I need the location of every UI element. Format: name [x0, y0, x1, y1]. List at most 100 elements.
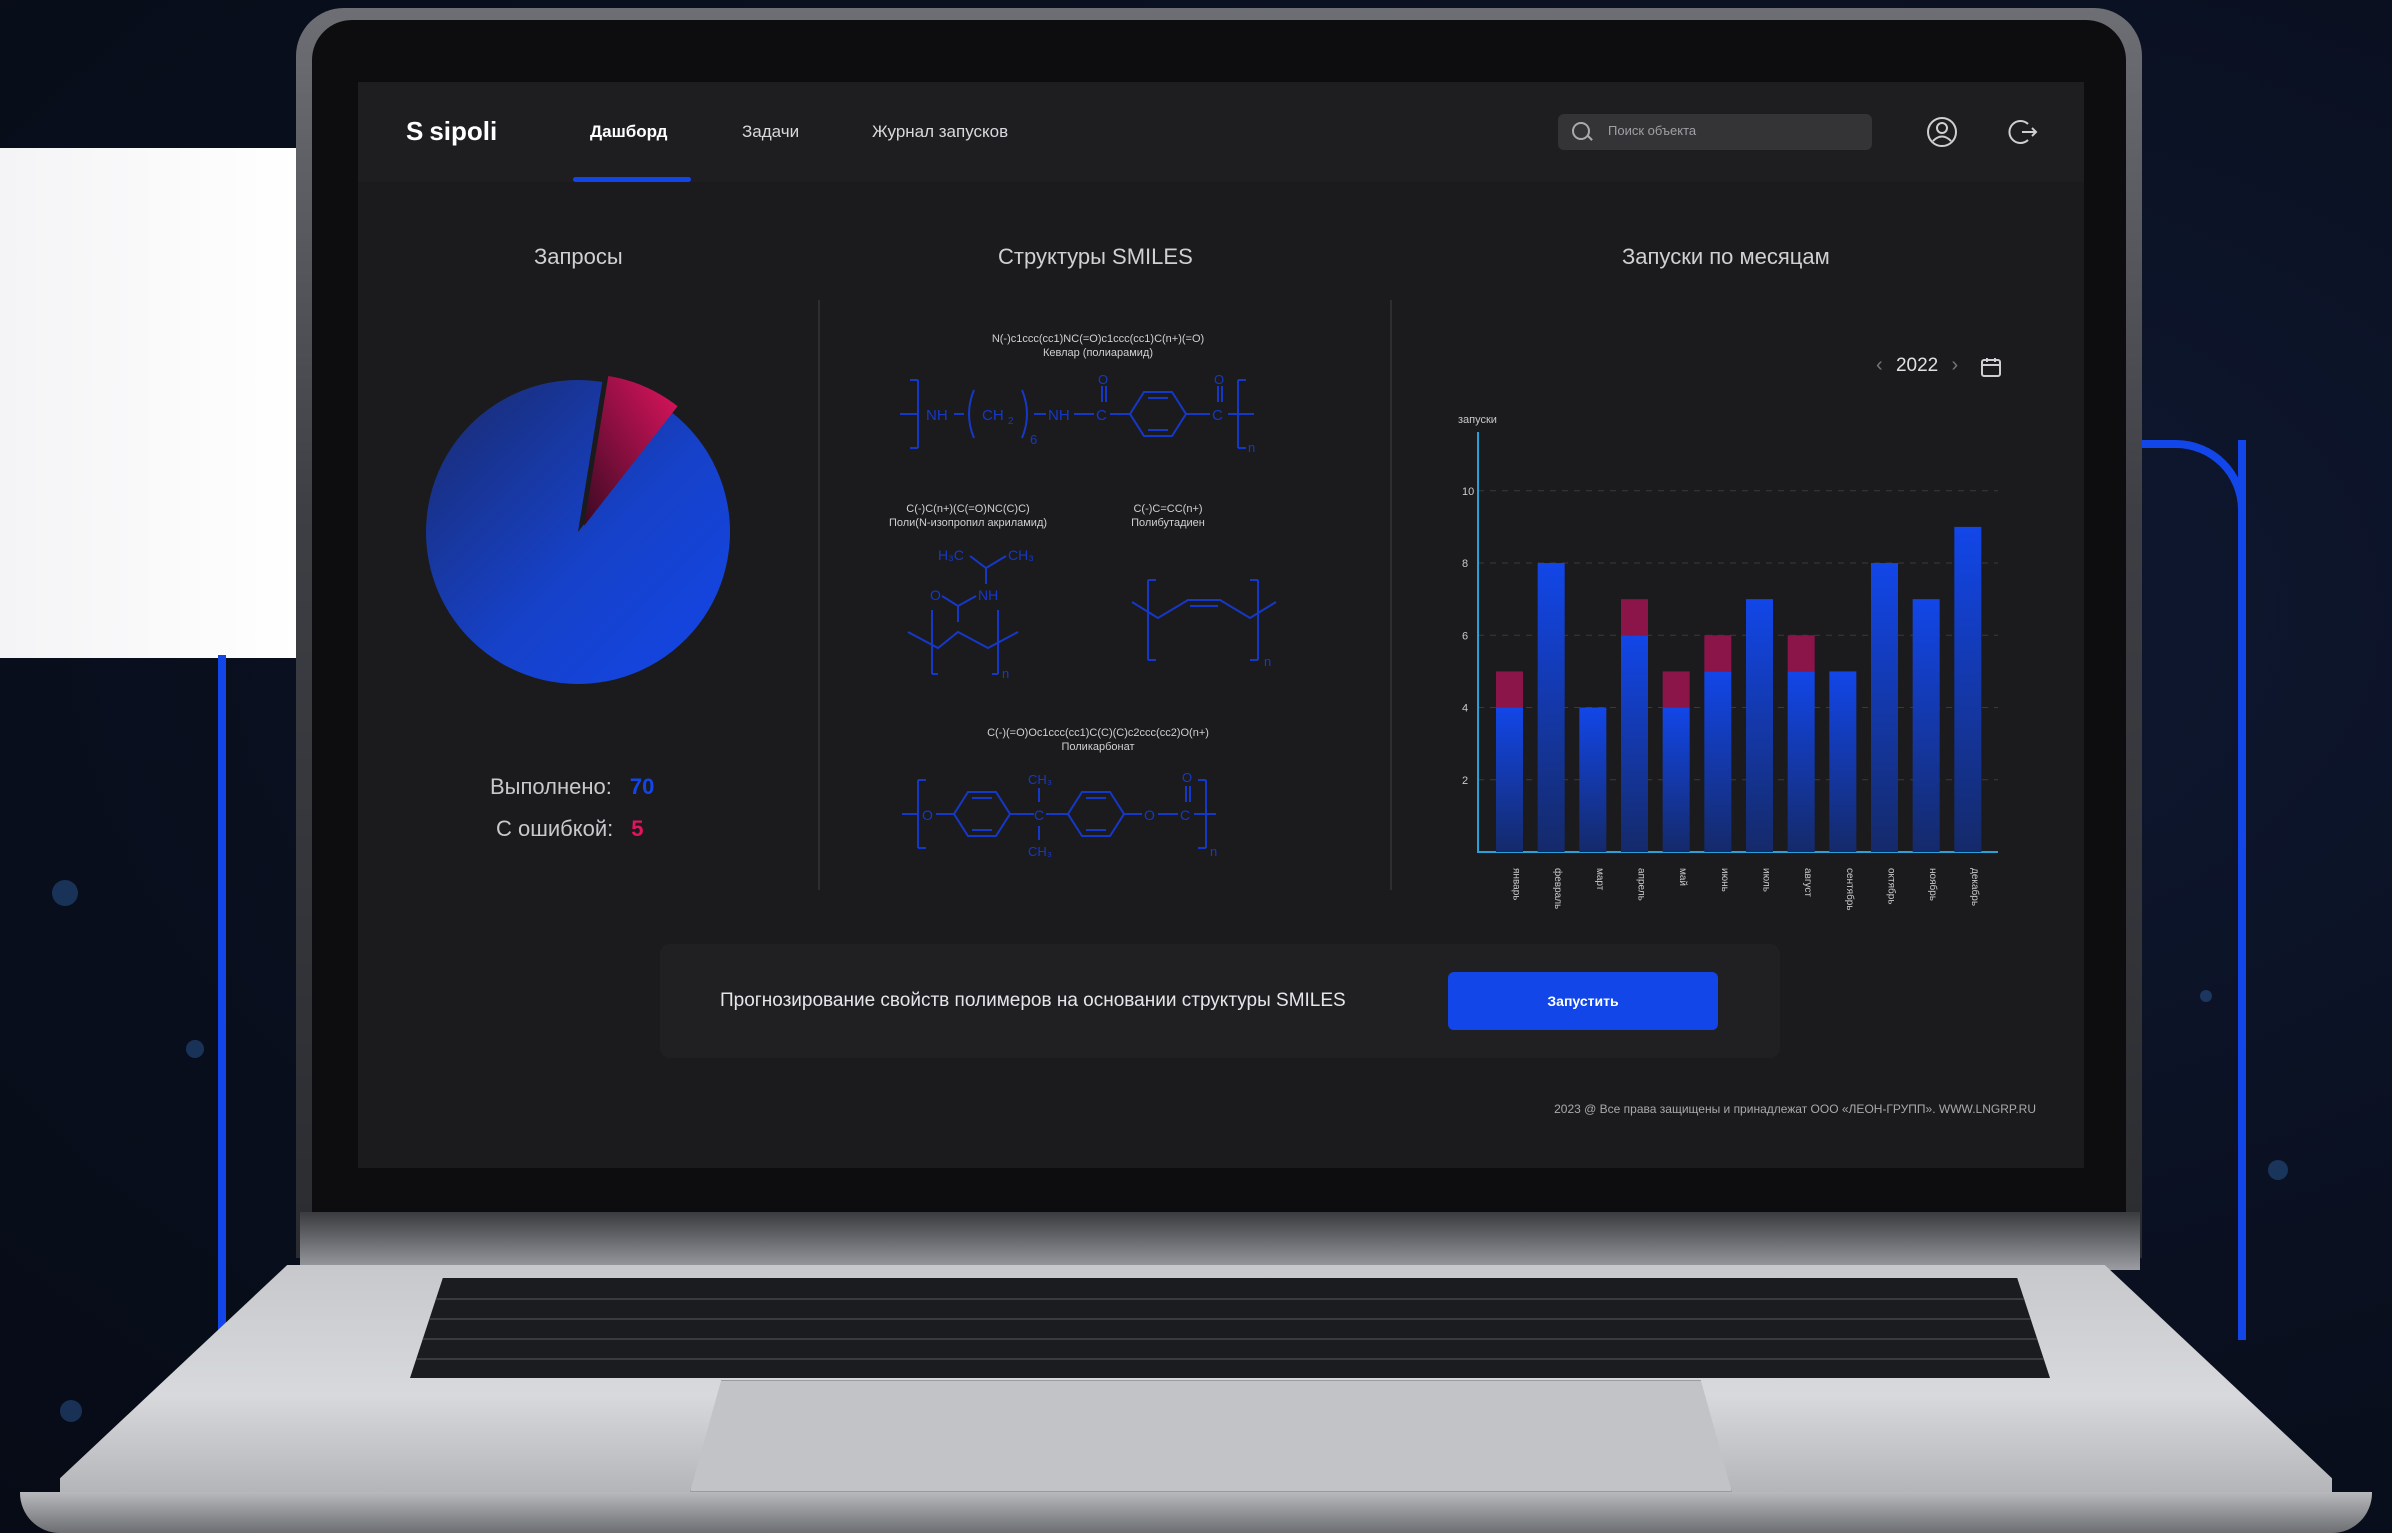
bar-ноябрь	[1912, 599, 1940, 852]
user-icon[interactable]	[1926, 116, 1958, 148]
done-legend: Выполнено: 70	[490, 774, 654, 800]
bar-март	[1579, 707, 1607, 852]
chevron-right-icon[interactable]: ›	[1952, 354, 1959, 376]
predict-panel: Прогнозирование свойств полимеров на осн…	[660, 944, 1780, 1058]
x-tick-label: май	[1677, 868, 1688, 886]
smiles-item[interactable]: N(-)c1ccc(cc1)NC(=O)c1ccc(cc1)C(n+)(=O) …	[898, 332, 1298, 361]
bar-июль	[1746, 599, 1773, 852]
x-tick-label: ноябрь	[1927, 868, 1939, 901]
smiles-code: C(-)C(n+)(C(=O)NC(C)C)	[906, 503, 1030, 515]
svg-text:CH₃: CH₃	[1008, 547, 1034, 563]
svg-text:n: n	[1264, 654, 1271, 669]
requests-title: Запросы	[534, 244, 623, 269]
x-tick-label: октябрь	[1886, 868, 1898, 905]
y-tick-label: 2	[1462, 775, 1468, 787]
done-label: Выполнено:	[490, 774, 612, 799]
bokeh-dot	[2200, 990, 2212, 1002]
error-value: 5	[631, 816, 644, 841]
x-tick-label: декабрь	[1969, 868, 1981, 906]
search-input[interactable]	[1606, 122, 1860, 139]
svg-text:O: O	[1182, 770, 1192, 785]
x-tick-label: сентябрь	[1844, 868, 1856, 911]
top-navigation: Ssipoli Дашборд Задачи Журнал запусков	[358, 82, 2084, 182]
active-tab-indicator	[573, 177, 691, 182]
laptop-front	[20, 1492, 2372, 1533]
x-tick-label: июнь	[1719, 868, 1730, 892]
laptop-keyboard	[410, 1278, 2050, 1378]
svg-text:O: O	[1214, 374, 1224, 387]
bar-февраль	[1537, 563, 1565, 852]
search-icon	[1572, 122, 1590, 140]
calendar-icon[interactable]	[1980, 356, 2002, 378]
error-label: С ошибкой:	[496, 816, 614, 841]
predict-description: Прогнозирование свойств полимеров на осн…	[720, 990, 1346, 1011]
svg-text:C: C	[1034, 807, 1044, 823]
logout-icon[interactable]	[2008, 116, 2040, 148]
smiles-name: Полибутадиен	[1131, 517, 1205, 530]
footer-copyright: 2023 @ Все права защищены и принадлежат …	[1554, 1102, 2036, 1116]
svg-text:n: n	[1002, 666, 1009, 680]
bar-октябрь	[1871, 563, 1898, 852]
run-button[interactable]: Запустить	[1448, 972, 1718, 1030]
bar-декабрь	[1954, 526, 1982, 852]
y-tick-label: 6	[1462, 630, 1468, 642]
requests-pie-chart	[426, 375, 730, 684]
column-divider	[818, 300, 820, 890]
smiles-name: Поликарбонат	[1061, 741, 1135, 754]
svg-text:NH: NH	[1048, 407, 1070, 424]
svg-text:2: 2	[1008, 416, 1014, 427]
nav-dashboard[interactable]: Дашборд	[590, 122, 667, 142]
bar-error-июнь	[1704, 635, 1732, 672]
svg-text:C: C	[1180, 807, 1190, 823]
svg-text:O: O	[1144, 807, 1155, 823]
nav-launch-log[interactable]: Журнал запусков	[872, 122, 1008, 142]
smiles-code: C(-)C=CC(n+)	[1133, 503, 1203, 515]
bar-error-август	[1787, 635, 1815, 672]
svg-text:C: C	[1096, 407, 1107, 424]
search-box[interactable]	[1558, 114, 1872, 150]
logo-icon: S	[406, 116, 424, 146]
x-tick-label: апрель	[1636, 868, 1647, 901]
bar-январь	[1496, 707, 1523, 852]
decor-line	[2238, 440, 2246, 1340]
laptop-hinge	[300, 1212, 2140, 1270]
bar-август	[1787, 671, 1815, 852]
bar-error-май	[1662, 671, 1690, 708]
svg-text:O: O	[922, 807, 933, 823]
polybutadiene-structure: n	[1131, 579, 1277, 669]
x-tick-label: март	[1594, 868, 1605, 891]
svg-text:NH: NH	[926, 407, 948, 424]
svg-text:H₃C: H₃C	[938, 547, 964, 563]
year-selector: ‹ 2022 ›	[1876, 354, 1958, 377]
logo[interactable]: Ssipoli	[406, 116, 497, 147]
smiles-name: Кевлар (полиарамид)	[1042, 347, 1154, 360]
smiles-code: N(-)c1ccc(cc1)NC(=O)c1ccc(cc1)C(n+)(=O)	[991, 333, 1205, 345]
svg-text:6: 6	[1030, 432, 1037, 447]
y-tick-label: 4	[1462, 703, 1468, 715]
launches-title: Запуски по месяцам	[1622, 244, 1830, 269]
bar-сентябрь	[1829, 671, 1857, 852]
polycarbonate-structure: O C CH₃ CH₃ O C O n	[902, 770, 1217, 859]
x-tick-label: июль	[1761, 868, 1772, 892]
bar-апрель	[1621, 635, 1648, 852]
chevron-left-icon[interactable]: ‹	[1876, 354, 1883, 376]
laptop-trackpad	[690, 1380, 1732, 1492]
x-tick-label: февраль	[1552, 868, 1564, 909]
smiles-item[interactable]: C(-)C=CC(n+) Полибутадиен	[1098, 502, 1238, 531]
svg-text:NH: NH	[978, 587, 998, 603]
kevlar-structure: NH CH 2 6 NH C O C O n	[900, 374, 1255, 454]
smiles-code: C(-)(=O)Oc1ccc(cc1)C(C)(C)c2ccc(cc2)O(n+…	[987, 727, 1209, 739]
y-tick-label: 8	[1462, 558, 1468, 570]
nav-tasks[interactable]: Задачи	[742, 122, 799, 142]
year-value: 2022	[1895, 355, 1939, 376]
svg-text:C: C	[1212, 407, 1223, 424]
smiles-title: Структуры SMILES	[998, 244, 1193, 269]
y-tick-label: 10	[1462, 486, 1474, 498]
x-tick-label: январь	[1511, 868, 1522, 900]
app-screen: Ssipoli Дашборд Задачи Журнал запусков З…	[358, 82, 2084, 1168]
background-panel	[0, 148, 300, 658]
decor-line	[218, 655, 226, 1335]
smiles-item[interactable]: C(-)(=O)Oc1ccc(cc1)C(C)(C)c2ccc(cc2)O(n+…	[898, 726, 1298, 755]
smiles-item[interactable]: C(-)C(n+)(C(=O)NC(C)C) Поли(N-изопропил …	[858, 502, 1078, 531]
launches-bar-chart: 2 4 6 8 10 январь февраль март апрель май июнь июл…	[1462, 432, 1998, 911]
